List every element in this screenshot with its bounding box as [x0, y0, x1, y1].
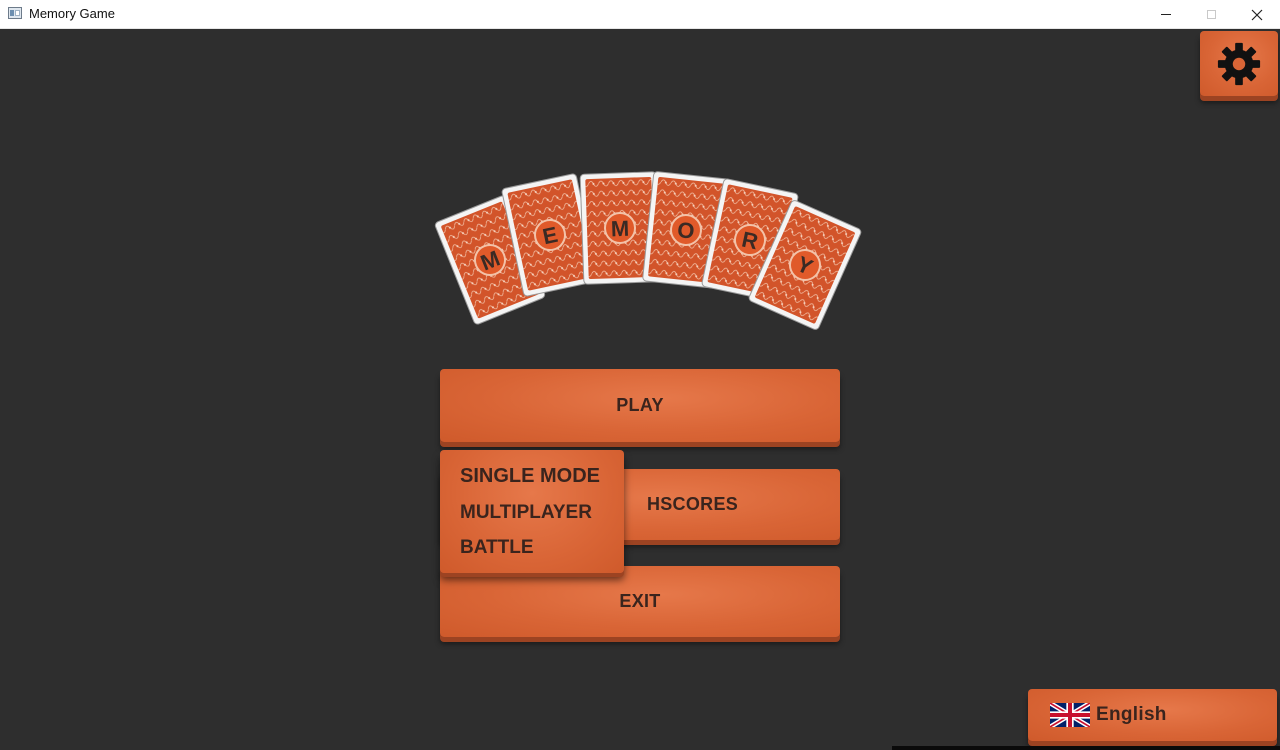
window-title: Memory Game	[29, 6, 115, 21]
minimize-icon	[1161, 14, 1171, 15]
memory-logo: M E M O R Y	[434, 171, 862, 330]
logo-letter-m2: M	[610, 216, 629, 242]
bottom-edge-strip	[892, 746, 1280, 750]
highscores-button-label: HSCORES	[646, 494, 739, 514]
language-label: English	[1096, 704, 1167, 725]
logo-letter-o: O	[676, 217, 696, 244]
uk-flag-icon	[1050, 703, 1090, 727]
settings-button[interactable]	[1200, 31, 1278, 96]
language-selector[interactable]: English	[1028, 689, 1277, 741]
minimize-button[interactable]	[1143, 0, 1189, 29]
exit-button[interactable]: EXIT	[440, 566, 840, 637]
close-icon	[1251, 9, 1263, 20]
app-icon	[8, 7, 22, 19]
gear-icon	[1217, 42, 1261, 85]
exit-button-label: EXIT	[619, 591, 661, 611]
play-button[interactable]: PLAY	[440, 369, 840, 442]
window-titlebar: Memory Game	[0, 0, 1280, 29]
menu-item-single-mode[interactable]: SINGLE MODE	[460, 465, 600, 488]
menu-item-multiplayer[interactable]: MULTIPLAYER	[460, 502, 592, 524]
maximize-icon	[1206, 10, 1216, 19]
play-button-label: PLAY	[616, 395, 664, 415]
close-button[interactable]	[1234, 0, 1280, 29]
play-mode-menu: SINGLE MODE MULTIPLAYER BATTLE	[440, 450, 624, 573]
menu-item-battle[interactable]: BATTLE	[460, 537, 534, 559]
maximize-button[interactable]	[1188, 0, 1234, 29]
